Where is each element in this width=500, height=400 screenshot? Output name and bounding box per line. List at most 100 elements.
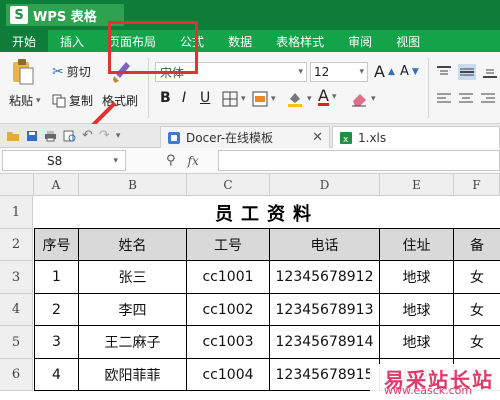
eraser-icon: [352, 94, 366, 107]
table-cell[interactable]: 1: [34, 261, 79, 294]
table-cell[interactable]: 女: [454, 261, 500, 294]
fill-color-button[interactable]: ▾: [286, 90, 315, 108]
merge-button[interactable]: ▾: [252, 91, 279, 107]
align-right-icon[interactable]: [480, 92, 496, 106]
chevron-down-icon: ▾: [331, 92, 337, 102]
app-menu-button[interactable]: S WPS 表格: [6, 4, 124, 26]
grow-font-button[interactable]: A ▲: [374, 62, 395, 81]
table-cell[interactable]: 地球: [380, 294, 454, 326]
close-icon[interactable]: ✕: [312, 130, 323, 145]
row-header-2[interactable]: 2: [0, 229, 33, 261]
table-cell[interactable]: cc1004: [187, 359, 270, 391]
table-cell[interactable]: 女: [454, 326, 500, 359]
bold-button[interactable]: B: [160, 90, 171, 106]
print-icon[interactable]: [44, 130, 57, 142]
row-header-4[interactable]: 4: [0, 294, 33, 326]
table-cell[interactable]: 2: [34, 294, 79, 326]
border-button[interactable]: ▾: [222, 91, 249, 107]
font-color-icon: A: [318, 86, 329, 106]
table-cell[interactable]: cc1001: [187, 261, 270, 294]
print-preview-icon[interactable]: [63, 130, 76, 142]
column-header-a[interactable]: A: [34, 174, 79, 196]
column-header-f[interactable]: F: [454, 174, 500, 196]
align-top-icon[interactable]: [436, 65, 452, 79]
chevron-down-icon: ▾: [271, 94, 276, 104]
tab-1-xls[interactable]: x 1.xls: [332, 126, 500, 148]
table-cell[interactable]: cc1002: [187, 294, 270, 326]
tab-review[interactable]: 审阅: [336, 30, 384, 52]
tab-table-style[interactable]: 表格样式: [264, 30, 336, 52]
chevron-down-icon[interactable]: ▾: [116, 131, 121, 141]
header-cell-name[interactable]: 姓名: [79, 229, 187, 261]
header-cell-id[interactable]: 工号: [187, 229, 270, 261]
watermark-url: www.easck.com: [384, 384, 473, 397]
grow-font-icon: A: [374, 62, 385, 81]
tab-data[interactable]: 数据: [216, 30, 264, 52]
tab-label: 1.xls: [358, 130, 387, 145]
header-cell-seq[interactable]: 序号: [34, 229, 79, 261]
table-cell[interactable]: 12345678915: [270, 359, 380, 391]
column-header-d[interactable]: D: [270, 174, 380, 196]
font-size-select[interactable]: 12 ▾: [310, 62, 368, 82]
chevron-down-icon: ▾: [371, 94, 376, 104]
table-cell[interactable]: 李四: [79, 294, 187, 326]
table-cell[interactable]: 张三: [79, 261, 187, 294]
table-cell[interactable]: 地球: [380, 261, 454, 294]
table-cell[interactable]: cc1003: [187, 326, 270, 359]
table-cell[interactable]: 3: [34, 326, 79, 359]
paste-button[interactable]: [10, 58, 36, 86]
chevron-down-icon: ▾: [241, 94, 246, 104]
align-bottom-icon[interactable]: [482, 65, 498, 79]
name-box[interactable]: S8 ▾: [2, 150, 126, 171]
tab-home[interactable]: 开始: [0, 30, 49, 52]
align-left-icon[interactable]: [436, 92, 452, 106]
table-cell[interactable]: 女: [454, 294, 500, 326]
column-header-b[interactable]: B: [79, 174, 187, 196]
docer-icon: [168, 131, 180, 144]
shrink-font-button[interactable]: A ▼: [400, 64, 419, 79]
row-header-3[interactable]: 3: [0, 261, 33, 294]
undo-icon[interactable]: ↶: [82, 128, 93, 143]
table-cell[interactable]: 12345678912: [270, 261, 380, 294]
tab-insert[interactable]: 插入: [48, 30, 96, 52]
table-cell[interactable]: 地球: [380, 326, 454, 359]
italic-button[interactable]: I: [182, 90, 186, 106]
table-cell[interactable]: 12345678913: [270, 294, 380, 326]
fx-button[interactable]: fx: [188, 154, 199, 168]
sheet-title-cell[interactable]: 员工资料: [34, 197, 500, 229]
header-cell-note[interactable]: 备: [454, 229, 500, 261]
column-header-e[interactable]: E: [380, 174, 454, 196]
folder-icon[interactable]: [6, 130, 20, 142]
align-middle-icon[interactable]: [458, 64, 476, 80]
font-color-button[interactable]: A ▾: [318, 88, 339, 106]
underline-button[interactable]: U: [200, 90, 210, 106]
column-header-c[interactable]: C: [187, 174, 270, 196]
align-center-icon[interactable]: [458, 92, 474, 106]
paste-label-button[interactable]: 粘贴 ▾: [9, 92, 44, 109]
select-all-corner[interactable]: [0, 174, 34, 196]
clear-button[interactable]: ▾: [350, 91, 379, 107]
zoom-icon[interactable]: ⚲: [166, 153, 176, 168]
redo-icon[interactable]: ↷: [99, 128, 110, 143]
table-cell[interactable]: 欧阳菲菲: [79, 359, 187, 391]
table-cell[interactable]: 12345678914: [270, 326, 380, 359]
row-header-6[interactable]: 6: [0, 359, 33, 391]
arrow-down-icon: ▼: [411, 66, 419, 77]
header-cell-address[interactable]: 住址: [380, 229, 454, 261]
header-cell-phone[interactable]: 电话: [270, 229, 380, 261]
formula-input[interactable]: [218, 150, 500, 171]
chevron-down-icon: ▾: [307, 94, 312, 104]
row-header-5[interactable]: 5: [0, 326, 33, 359]
cut-button[interactable]: ✂ 剪切: [52, 63, 91, 80]
tab-view[interactable]: 视图: [384, 30, 432, 52]
underline-icon: U: [200, 90, 211, 106]
cut-label: 剪切: [66, 65, 91, 79]
toolbar-divider: [428, 58, 429, 118]
arrow-up-icon: ▲: [387, 66, 395, 77]
svg-text:x: x: [343, 135, 349, 145]
tab-docer-templates[interactable]: Docer-在线模板 ✕: [160, 126, 330, 148]
row-header-1[interactable]: 1: [0, 196, 33, 229]
save-icon[interactable]: [26, 130, 38, 142]
table-cell[interactable]: 王二麻子: [79, 326, 187, 359]
table-cell[interactable]: 4: [34, 359, 79, 391]
